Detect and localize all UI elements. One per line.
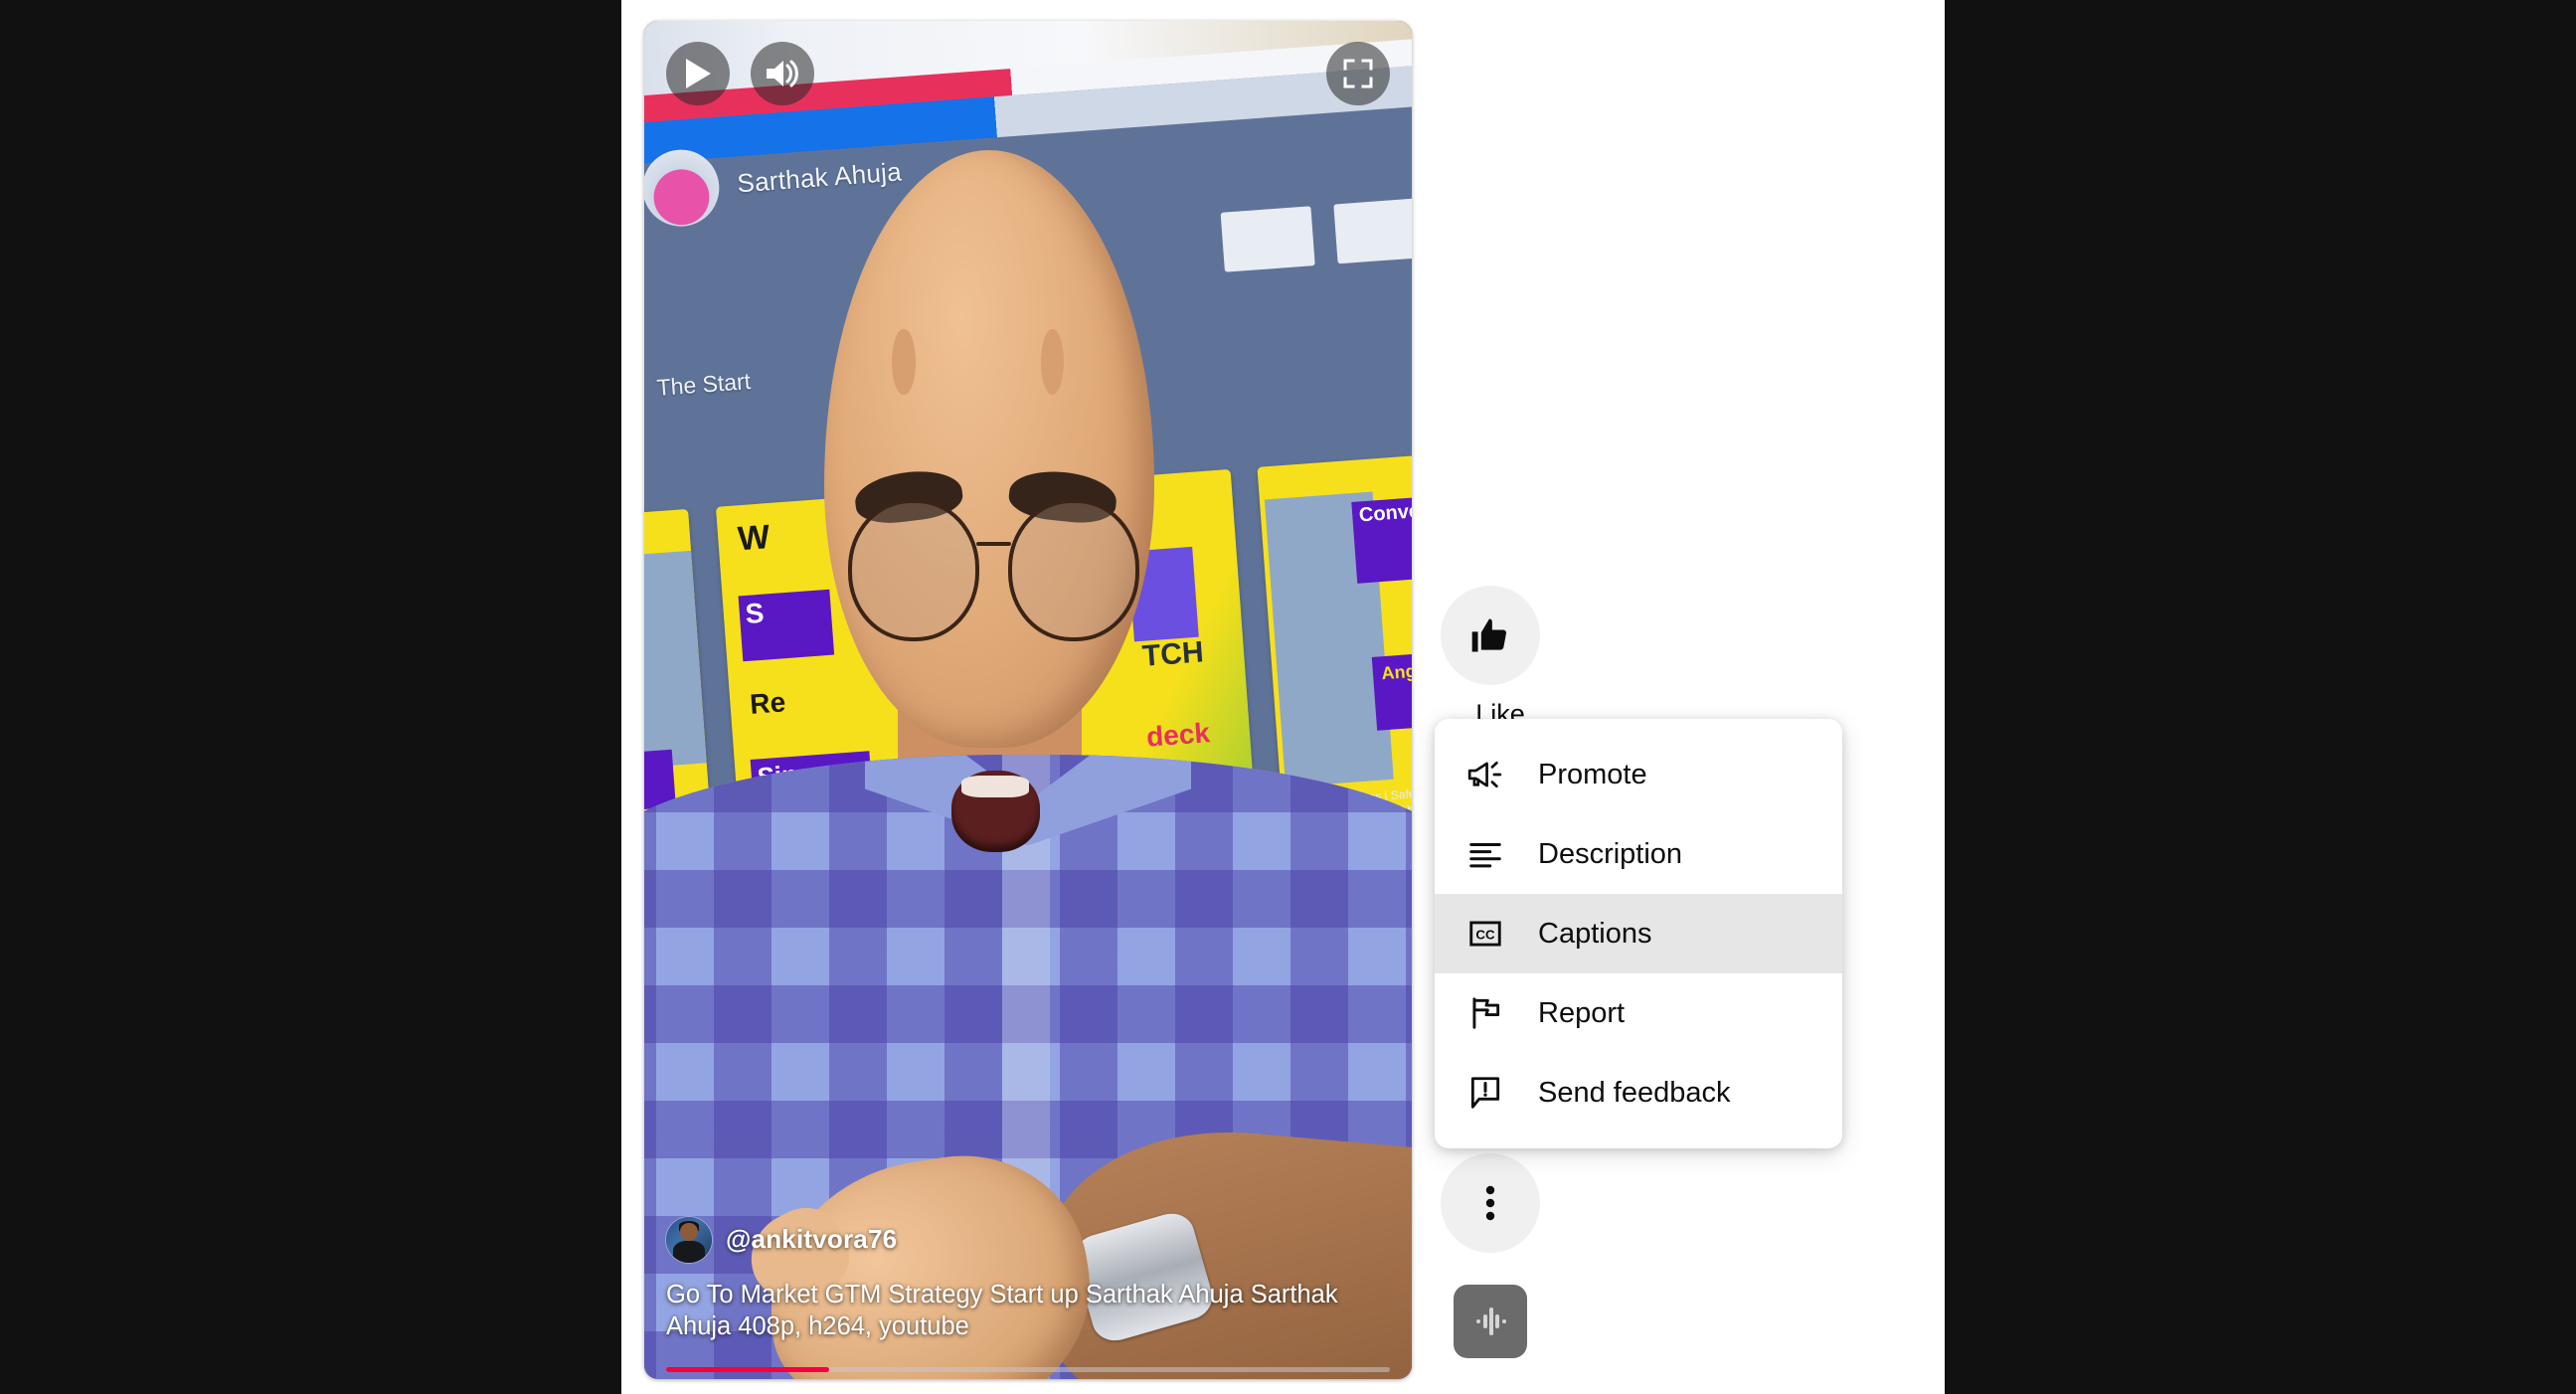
screen-section-title: The Start — [655, 367, 752, 401]
context-menu[interactable]: Promote Description CC Captions Report S… — [1435, 719, 1842, 1148]
megaphone-icon — [1464, 754, 1506, 795]
volume-button[interactable] — [751, 42, 814, 105]
channel-row[interactable]: @ankitvora76 — [666, 1216, 1390, 1263]
closed-caption-icon: CC — [1464, 913, 1506, 955]
menu-item-label: Description — [1538, 837, 1683, 870]
flag-icon — [1464, 992, 1506, 1034]
screen-button-1 — [1220, 206, 1315, 272]
video-title: Go To Market GTM Strategy Start up Sarth… — [666, 1280, 1338, 1341]
progress-bar-fill — [666, 1367, 829, 1372]
video-frame: Sarthak Ahuja The Start ising 8:24 W S R… — [644, 21, 1412, 1379]
text-lines-icon — [1464, 833, 1506, 875]
progress-bar[interactable] — [666, 1367, 1390, 1372]
more-actions-button[interactable] — [1441, 1153, 1540, 1253]
nose — [959, 632, 1028, 741]
menu-item-description[interactable]: Description — [1435, 814, 1842, 894]
teeth — [961, 775, 1029, 798]
mouth — [950, 771, 1040, 852]
channel-handle[interactable]: @ankitvora76 — [726, 1224, 897, 1255]
menu-item-send-feedback[interactable]: Send feedback — [1435, 1053, 1842, 1133]
lens-left — [847, 498, 979, 642]
glasses-bridge — [975, 541, 1011, 546]
page-content: Sarthak Ahuja The Start ising 8:24 W S R… — [621, 0, 1945, 1394]
video-player[interactable]: Sarthak Ahuja The Start ising 8:24 W S R… — [644, 21, 1412, 1379]
audio-waveform-button[interactable] — [1454, 1285, 1527, 1358]
menu-item-label: Report — [1538, 996, 1626, 1029]
svg-text:CC: CC — [1475, 928, 1495, 943]
ear-left — [892, 329, 916, 396]
video-info-overlay: @ankitvora76 Go To Market GTM Strategy S… — [666, 1216, 1390, 1343]
screen-button-2 — [1332, 197, 1412, 263]
channel-avatar[interactable] — [666, 1216, 712, 1263]
menu-item-captions[interactable]: CC Captions — [1435, 894, 1842, 973]
ear-right — [1040, 329, 1065, 396]
like-button[interactable] — [1441, 586, 1540, 685]
menu-item-label: Captions — [1538, 917, 1652, 950]
menu-item-label: Send feedback — [1538, 1076, 1731, 1109]
feedback-icon — [1464, 1072, 1506, 1114]
screen-channel-name: Sarthak Ahuja — [735, 155, 903, 198]
action-rail: Like — [1438, 0, 1577, 1394]
fullscreen-button[interactable] — [1326, 42, 1390, 105]
menu-item-report[interactable]: Report — [1435, 973, 1842, 1053]
eyeglasses — [847, 498, 1139, 642]
menu-item-label: Promote — [1538, 758, 1647, 790]
play-button[interactable] — [666, 42, 730, 105]
lens-right — [1007, 498, 1139, 642]
like-button-wrapper[interactable]: Like — [1441, 586, 1560, 730]
more-button-wrapper[interactable] — [1441, 1153, 1540, 1253]
screen-channel-avatar — [644, 146, 722, 230]
menu-item-promote[interactable]: Promote — [1435, 735, 1842, 814]
